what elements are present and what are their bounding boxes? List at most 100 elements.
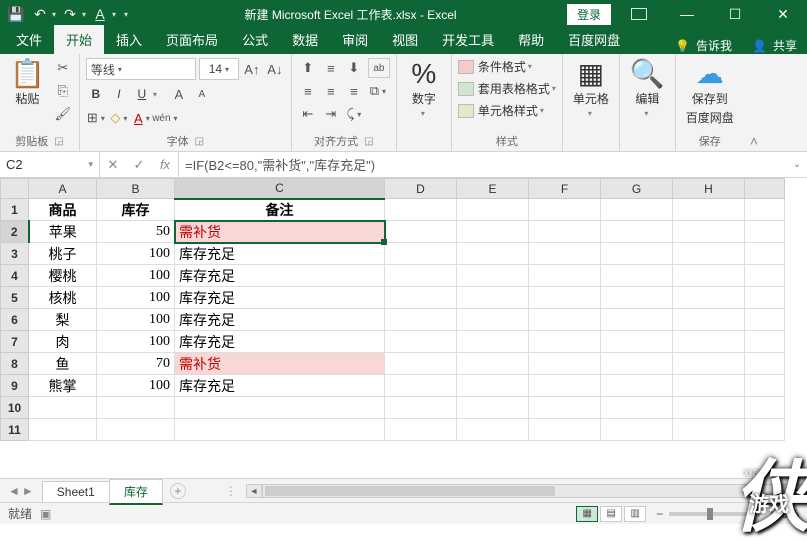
alignment-launcher-icon[interactable]: ◲: [364, 136, 373, 147]
zoom-slider[interactable]: [669, 512, 749, 516]
save-icon[interactable]: 💾: [6, 4, 26, 24]
tab-insert[interactable]: 插入: [104, 25, 154, 54]
cell-C7[interactable]: 库存充足: [175, 331, 385, 353]
select-all-corner[interactable]: [1, 179, 29, 199]
undo-icon[interactable]: ↶: [30, 4, 50, 24]
format-painter-icon[interactable]: 🖌: [53, 104, 73, 124]
cell-A5[interactable]: 核桃: [29, 287, 97, 309]
row-header-1[interactable]: 1: [1, 199, 29, 221]
font-color-icon[interactable]: A: [132, 108, 152, 128]
cells-button[interactable]: ▦ 单元格 ▾: [569, 58, 613, 120]
bold-button[interactable]: B: [86, 83, 106, 105]
cell-B4[interactable]: 100: [97, 265, 175, 287]
tab-view[interactable]: 视图: [380, 25, 430, 54]
sheet-tab-0[interactable]: Sheet1: [42, 481, 110, 502]
font-color-qat-icon[interactable]: A: [90, 4, 110, 24]
hscroll-track[interactable]: [262, 484, 791, 498]
tab-formulas[interactable]: 公式: [230, 25, 280, 54]
cell-A1[interactable]: 商品: [29, 199, 97, 221]
spreadsheet-grid[interactable]: ABCDEFGH1商品库存备注2苹果50需补货3桃子100库存充足4樱桃100库…: [0, 178, 807, 478]
tab-file[interactable]: 文件: [4, 25, 54, 54]
cell-C8[interactable]: 需补货: [175, 353, 385, 375]
cell-B9[interactable]: 100: [97, 375, 175, 397]
cell-B2[interactable]: 50: [97, 221, 175, 243]
align-right-icon[interactable]: ≡: [344, 81, 364, 101]
cell-C5[interactable]: 库存充足: [175, 287, 385, 309]
cancel-formula-icon[interactable]: ✕: [100, 157, 126, 173]
row-header-3[interactable]: 3: [1, 243, 29, 265]
font-name-select[interactable]: 等线: [86, 58, 196, 80]
tab-review[interactable]: 审阅: [330, 25, 380, 54]
wrap-text-icon[interactable]: ab: [368, 58, 390, 78]
page-break-view-icon[interactable]: ▥: [624, 506, 646, 522]
zoom-out-icon[interactable]: −: [656, 507, 663, 521]
merge-icon[interactable]: ⧉: [368, 81, 388, 101]
italic-button[interactable]: I: [109, 83, 129, 105]
align-middle-icon[interactable]: ≡: [321, 58, 341, 78]
fill-color-icon[interactable]: ◇: [109, 108, 129, 128]
row-header-5[interactable]: 5: [1, 287, 29, 309]
conditional-format-button[interactable]: 条件格式 ▾: [458, 58, 556, 75]
editing-button[interactable]: 🔍 编辑 ▾: [626, 58, 669, 120]
cut-icon[interactable]: ✂: [53, 58, 73, 78]
col-header-F[interactable]: F: [529, 179, 601, 199]
tab-baidu[interactable]: 百度网盘: [556, 25, 632, 54]
share-button[interactable]: 共享: [773, 37, 797, 54]
minimize-icon[interactable]: —: [667, 0, 707, 28]
cell-B8[interactable]: 70: [97, 353, 175, 375]
sheet-nav-next-icon[interactable]: ►: [22, 484, 34, 498]
cell-B5[interactable]: 100: [97, 287, 175, 309]
tab-help[interactable]: 帮助: [506, 25, 556, 54]
cell-A9[interactable]: 熊掌: [29, 375, 97, 397]
cell-A2[interactable]: 苹果: [29, 221, 97, 243]
row-header-6[interactable]: 6: [1, 309, 29, 331]
cell-B1[interactable]: 库存: [97, 199, 175, 221]
sheet-tab-1[interactable]: 库存: [109, 479, 163, 505]
enter-formula-icon[interactable]: ✓: [126, 157, 152, 173]
increase-font-icon[interactable]: A↑: [242, 59, 262, 79]
cell-B6[interactable]: 100: [97, 309, 175, 331]
orientation-icon[interactable]: ⤹: [344, 104, 364, 124]
border-icon[interactable]: ⊞: [86, 108, 106, 128]
row-header-4[interactable]: 4: [1, 265, 29, 287]
row-header-8[interactable]: 8: [1, 353, 29, 375]
copy-icon[interactable]: ⎘: [53, 81, 73, 101]
save-baidu-button[interactable]: ☁ 保存到 百度网盘: [682, 58, 738, 128]
cell-C3[interactable]: 库存充足: [175, 243, 385, 265]
decrease-font-icon[interactable]: A↓: [265, 59, 285, 79]
paste-button[interactable]: 📋 粘贴: [6, 58, 49, 109]
decrease-fontsize-icon[interactable]: A: [192, 84, 212, 104]
close-icon[interactable]: ✕: [763, 0, 803, 28]
align-top-icon[interactable]: ⬆: [298, 58, 318, 78]
formula-input[interactable]: =IF(B2<=80,"需补货","库存充足"): [179, 152, 787, 177]
name-box[interactable]: C2: [0, 152, 100, 177]
zoom-level[interactable]: 100%: [768, 507, 799, 521]
scroll-left-icon[interactable]: ◄: [246, 484, 262, 498]
col-header-H[interactable]: H: [673, 179, 745, 199]
increase-fontsize-icon[interactable]: A: [169, 84, 189, 104]
cell-C4[interactable]: 库存充足: [175, 265, 385, 287]
fx-icon[interactable]: fx: [152, 157, 178, 172]
col-header-D[interactable]: D: [385, 179, 457, 199]
login-button[interactable]: 登录: [567, 4, 611, 25]
tab-data[interactable]: 数据: [280, 25, 330, 54]
col-header-C[interactable]: C: [175, 179, 385, 199]
cell-B3[interactable]: 100: [97, 243, 175, 265]
cell-B7[interactable]: 100: [97, 331, 175, 353]
col-header-E[interactable]: E: [457, 179, 529, 199]
col-header-B[interactable]: B: [97, 179, 175, 199]
cell-A3[interactable]: 桃子: [29, 243, 97, 265]
align-bottom-icon[interactable]: ⬇: [344, 58, 364, 78]
cell-C1[interactable]: 备注: [175, 199, 385, 221]
increase-indent-icon[interactable]: ⇥: [321, 104, 341, 124]
font-size-select[interactable]: 14: [199, 58, 239, 80]
decrease-indent-icon[interactable]: ⇤: [298, 104, 318, 124]
row-header-10[interactable]: 10: [1, 397, 29, 419]
macro-record-icon[interactable]: ▣: [40, 507, 51, 521]
col-header-G[interactable]: G: [601, 179, 673, 199]
tab-home[interactable]: 开始: [54, 25, 104, 54]
zoom-in-icon[interactable]: +: [755, 507, 762, 521]
cell-C9[interactable]: 库存充足: [175, 375, 385, 397]
qat-customize-icon[interactable]: ▾: [124, 10, 128, 19]
underline-button[interactable]: U: [132, 83, 152, 105]
